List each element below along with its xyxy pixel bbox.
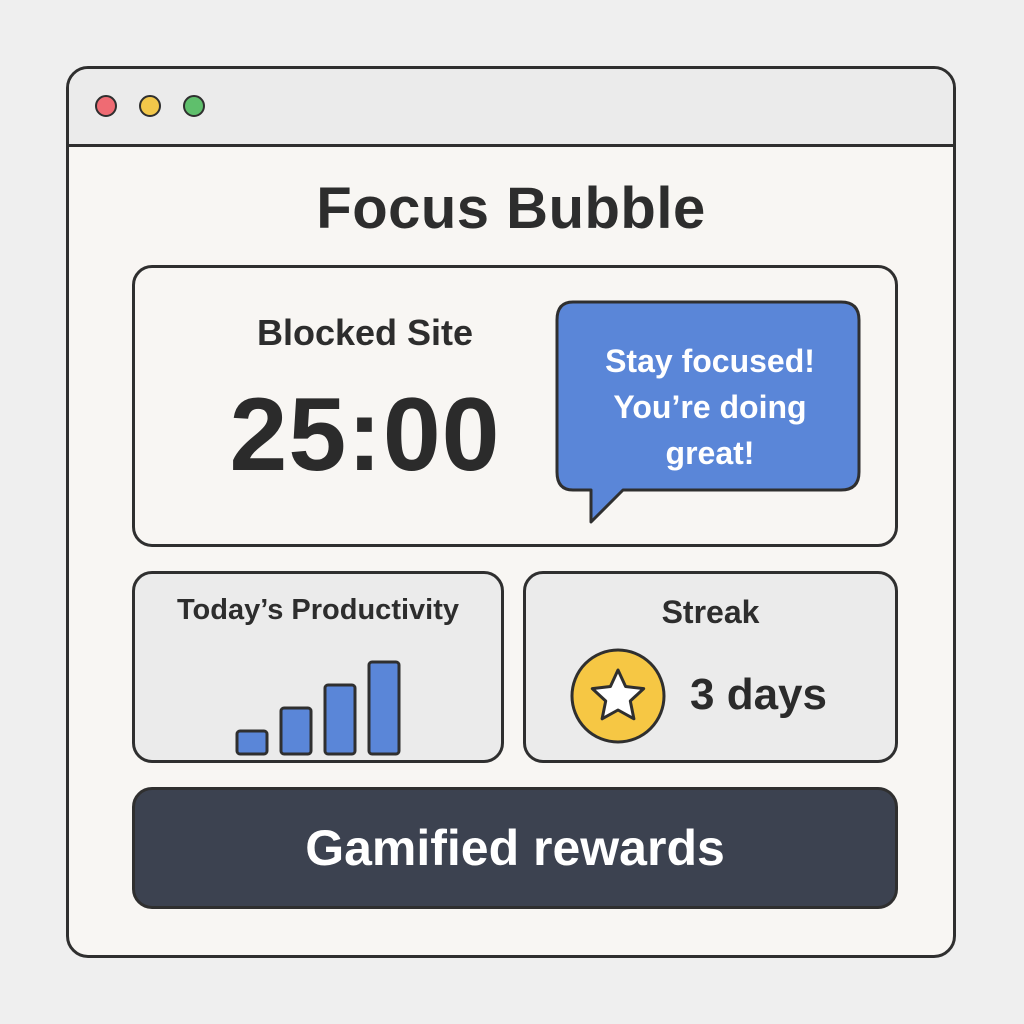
encouragement-line-1: Stay focused! [605,343,815,379]
app-window: Focus Bubble Blocked Site 25:00 Stay foc… [66,66,956,958]
encouragement-line-2: You’re doing [613,389,807,425]
encouragement-line-3: great! [665,435,755,471]
productivity-bar [279,706,313,756]
window-titlebar [69,69,953,147]
gamified-rewards-button[interactable]: Gamified rewards [132,787,898,909]
star-icon [570,648,666,744]
productivity-card: Today’s Productivity [132,571,504,763]
minimize-window-button[interactable] [139,95,161,117]
streak-value: 3 days [690,670,827,719]
maximize-window-button[interactable] [183,95,205,117]
timer-card: Blocked Site 25:00 Stay focused! You’re … [132,265,898,547]
productivity-bar [367,660,401,756]
close-window-button[interactable] [95,95,117,117]
streak-label: Streak [661,594,760,630]
productivity-bar [323,683,357,756]
blocked-site-label: Blocked Site [256,312,474,353]
productivity-bar [235,729,269,756]
app-title: Focus Bubble [316,176,706,241]
productivity-bar-chart [235,660,401,756]
timer-countdown: 25:00 [229,377,501,493]
streak-card: Streak 3 days [523,571,898,763]
encouragement-message: Stay focused! You’re doing great! [565,338,855,476]
productivity-label: Today’s Productivity [177,594,459,626]
